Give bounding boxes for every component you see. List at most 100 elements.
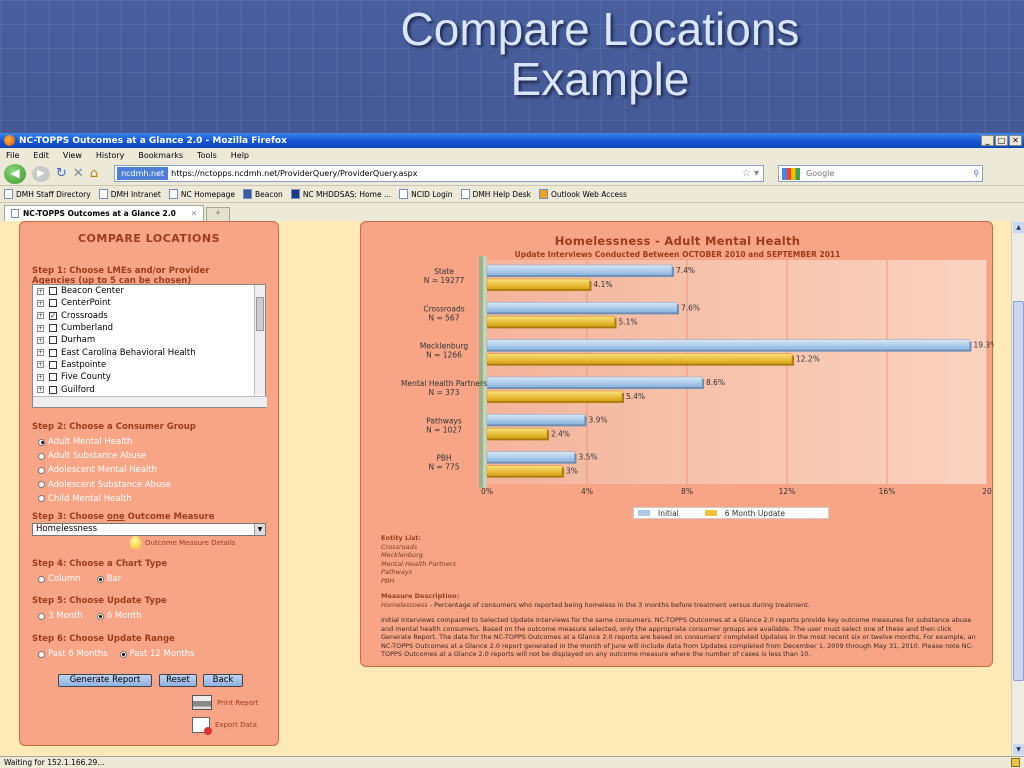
expand-icon[interactable]: + [37,299,44,307]
bookmark-item[interactable]: DMH Intranet [98,189,161,199]
scroll-down-arrow[interactable]: ▼ [1013,744,1024,755]
location-item[interactable]: + ✓ Crossroads [33,310,265,322]
consumer-group-option[interactable]: Adolescent Substance Abuse [38,480,171,490]
category-n-label: N = 1266 [426,351,462,360]
export-data-link[interactable]: Export Data [192,717,257,735]
back-form-button[interactable]: Back [203,674,243,687]
menu-view[interactable]: View [63,151,82,160]
expand-icon[interactable]: + [37,361,44,369]
bar-update [486,353,793,364]
update-6-month-radio[interactable] [96,612,104,620]
window-title: NC-TOPPS Outcomes at a Glance 2.0 - Mozi… [19,135,287,146]
search-box[interactable]: Google ⚲ [778,165,984,182]
url-bar[interactable]: ncdmh.net https://nctopps.ncdmh.net/Prov… [114,165,765,182]
menu-history[interactable]: History [96,151,124,160]
reset-button[interactable]: Reset [159,674,197,687]
expand-icon[interactable]: + [37,324,44,332]
tab-close-icon[interactable]: ✕ [191,209,197,218]
location-checkbox[interactable] [49,324,57,333]
category-label: PBH [436,454,451,463]
location-checkbox[interactable] [49,373,57,382]
bookmark-item[interactable]: DMH Help Desk [460,189,531,199]
page-vertical-scrollbar[interactable]: ▲ ▼ [1011,221,1024,756]
axis-wall-highlight [483,256,487,488]
close-button[interactable]: ✕ [1009,135,1022,146]
site-identity-badge[interactable]: ncdmh.net [117,167,169,180]
location-item[interactable]: + Eastpointe [33,359,265,371]
location-item[interactable]: + Five County [33,371,265,383]
location-item[interactable]: + Beacon Center [33,285,265,297]
menu-tools[interactable]: Tools [197,151,217,160]
location-checkbox[interactable] [49,336,57,345]
location-checkbox[interactable] [49,287,57,296]
stop-icon[interactable]: ✕ [73,166,84,181]
location-item[interactable]: + Guilford [33,383,265,395]
menu-help[interactable]: Help [231,151,249,160]
range-6-months-radio[interactable] [38,650,45,658]
bookmark-item[interactable]: NCID Login [399,189,453,199]
consumer-group-radio[interactable] [38,466,45,474]
bookmark-item[interactable]: NC MHDDSAS: Home ... [290,189,391,199]
expand-icon[interactable]: + [37,386,44,394]
expand-icon[interactable]: + [37,312,44,320]
range-12-months-radio[interactable] [119,650,127,658]
chart-type-column-radio[interactable] [38,575,45,583]
google-icon[interactable] [782,167,801,180]
generate-report-button[interactable]: Generate Report [58,674,152,687]
location-item[interactable]: + Cumberland [33,322,265,334]
bookmark-item[interactable]: NC Homepage [168,189,235,199]
print-report-link[interactable]: Print Report [192,695,259,710]
scroll-up-arrow[interactable]: ▲ [1013,222,1024,233]
menu-bookmarks[interactable]: Bookmarks [138,151,183,160]
back-button[interactable]: ◀ [4,163,26,184]
location-checkbox[interactable] [49,385,57,394]
bookmark-item[interactable]: Outlook Web Access [538,189,627,199]
bar-update [486,316,615,327]
location-checkbox[interactable] [49,299,57,308]
scroll-thumb[interactable] [256,297,264,331]
listbox-horizontal-scrollbar[interactable] [33,396,267,407]
expand-icon[interactable]: + [37,287,44,295]
forward-button[interactable]: ▶ [32,165,50,182]
location-item[interactable]: + East Carolina Behavioral Health [33,346,265,358]
consumer-group-radio[interactable] [38,481,45,489]
bar-update [486,465,563,476]
search-icon[interactable]: ⚲ [973,169,982,178]
minimize-button[interactable]: _ [981,135,994,146]
consumer-group-option[interactable]: Child Mental Health [38,494,132,504]
location-checkbox[interactable]: ✓ [49,311,57,320]
location-item[interactable]: + CenterPoint [33,297,265,309]
consumer-group-option[interactable]: Adult Substance Abuse [38,451,146,461]
location-checkbox[interactable] [49,348,57,357]
maximize-button[interactable]: □ [995,135,1008,146]
bookmark-item[interactable]: Beacon [242,189,283,199]
expand-icon[interactable]: + [37,336,44,344]
outcome-measure-select[interactable]: Homelessness ▼ [32,523,266,536]
consumer-group-option[interactable]: Adolescent Mental Health [38,465,157,475]
consumer-group-radio[interactable] [38,452,45,460]
new-tab-button[interactable]: + [206,207,230,221]
bookmark-item[interactable]: DMH Staff Directory [4,189,91,199]
menu-file[interactable]: File [6,151,19,160]
outcome-measure-details-link[interactable]: Outcome Measure Details [130,536,235,549]
reload-icon[interactable]: ↻ [56,166,67,181]
bookmark-star-icon[interactable]: ☆ ▾ [742,168,763,179]
menu-edit[interactable]: Edit [33,151,49,160]
location-checkbox[interactable] [49,360,57,369]
step4-heading: Step 4: Choose a Chart Type [32,559,168,569]
consumer-group-option[interactable]: Adult Mental Health [38,437,132,447]
expand-icon[interactable]: + [37,373,44,381]
update-3-month-radio[interactable] [38,612,45,620]
page-scroll-thumb[interactable] [1013,301,1024,681]
bookmarks-toolbar: DMH Staff Directory DMH Intranet NC Home… [0,186,1024,203]
tab-nc-topps[interactable]: NC-TOPPS Outcomes at a Glance 2.0 ✕ [4,205,204,221]
listbox-vertical-scrollbar[interactable] [254,285,265,395]
chevron-down-icon[interactable]: ▼ [254,524,265,535]
expand-icon[interactable]: + [37,349,44,357]
location-listbox[interactable]: + Beacon Center + CenterPoint + ✓ Crossroads + C… [32,284,267,408]
location-item[interactable]: + Durham [33,334,265,346]
consumer-group-radio[interactable] [38,495,45,503]
home-icon[interactable]: ⌂ [90,166,98,181]
consumer-group-radio[interactable] [38,438,45,446]
chart-type-bar-radio[interactable] [96,575,104,583]
